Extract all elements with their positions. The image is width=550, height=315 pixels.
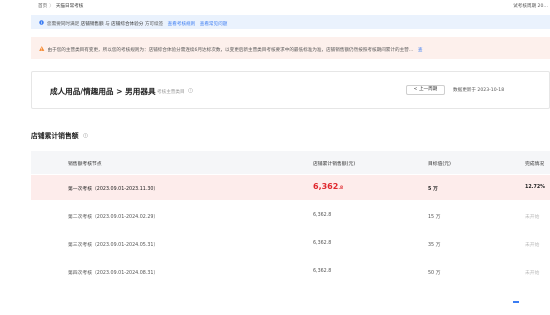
category-title-card: 成人用品/情趣用品 > 男用器具 考核主营类目 ? < 上一周期 数据更新于 2…	[31, 71, 550, 109]
table-row: 第二次考核（2023.09.01-2024.02.29） 6,362.8 15 …	[31, 203, 550, 228]
help-circle-icon[interactable]: ?	[83, 132, 88, 140]
row-sales: 6,362.8	[313, 269, 332, 274]
scroll-indicator	[513, 301, 519, 303]
warning-notice-bar: 由于您的主营类目有变更，所以您的考核规则为：店铺综合体验分需连续6月达标次数，以…	[31, 37, 550, 59]
warning-triangle-icon	[39, 46, 45, 53]
info-notice-bar: 您需要同时满足 店铺销售额 与 店铺综合体验分 方可续签 查看考核规则 查看常见…	[31, 15, 550, 29]
view-rules-link[interactable]: 查看考核规则	[168, 22, 196, 27]
info-circle-icon	[39, 20, 44, 27]
breadcrumb-separator: 〉	[49, 4, 54, 9]
row-target: 5 万	[428, 187, 438, 192]
breadcrumb: 首页〉天猫日常考核	[38, 3, 83, 9]
top-bar: 首页〉天猫日常考核 试考核周期 20…	[0, 0, 550, 12]
breadcrumb-home[interactable]: 首页	[38, 4, 47, 9]
row-status: 未开始	[525, 215, 540, 220]
warning-text-body: 店铺综合体验分需连续6月达标次数，以变更后新主营类目考核要求中的最低标准为准，店…	[148, 48, 414, 53]
svg-text:?: ?	[85, 134, 87, 138]
table-row: 第三次考核（2023.09.01-2024.05.31） 6,362.8 35 …	[31, 231, 550, 256]
warning-text-prefix: 由于您的主营类目有变更，所以您的考核规则为：	[47, 48, 149, 53]
column-header-target: 目标值(元)	[428, 162, 451, 167]
warning-view-link[interactable]: 查	[418, 48, 423, 53]
page-title: 成人用品/情趣用品 > 男用器具	[50, 87, 156, 96]
info-text-highlight-score: 店铺综合体验分	[111, 22, 144, 27]
table-header: 销售额考核节点 店铺累计销售额(元) 目标值(元) 完成情况	[31, 151, 550, 174]
column-header-status: 完成情况	[525, 162, 545, 167]
row-sales: 6,362.8	[313, 213, 332, 218]
row-sales: 6,362.8	[313, 182, 343, 191]
info-text-mid: 与	[105, 22, 110, 27]
assessment-period-label: 试考核周期 20…	[513, 4, 548, 9]
breadcrumb-current: 天猫日常考核	[55, 4, 84, 9]
column-header-node: 销售额考核节点	[68, 162, 102, 167]
row-target: 50 万	[428, 271, 441, 276]
row-status: 未开始	[525, 243, 540, 248]
row-node: 第三次考核（2023.09.01-2024.05.31）	[68, 243, 159, 248]
row-node: 第四次考核（2023.09.01-2024.08.31）	[68, 271, 159, 276]
info-text-suffix: 方可续签	[144, 22, 164, 27]
row-target: 15 万	[428, 215, 441, 220]
info-text-highlight-sales: 店铺销售额	[80, 22, 104, 27]
section-title: 店铺累计销售额 ?	[31, 130, 91, 140]
row-sales-fraction: .8	[338, 186, 344, 191]
column-header-sales: 店铺累计销售额(元)	[313, 162, 356, 167]
row-sales-integer: 6,362	[313, 182, 339, 191]
row-node: 第一次考核（2023.09.01-2023.11.30）	[68, 187, 159, 192]
view-faq-link[interactable]: 查看常见问题	[200, 22, 228, 27]
row-status: 未开始	[525, 271, 540, 276]
section-title-text: 店铺累计销售额	[31, 132, 79, 140]
previous-period-button[interactable]: < 上一周期	[406, 85, 445, 95]
info-text-prefix: 您需要同时满足	[47, 22, 80, 27]
data-updated-label: 数据更新于 2023-10-18	[453, 88, 505, 93]
help-circle-icon[interactable]: ?	[188, 88, 193, 95]
row-status: 12.72%	[525, 185, 545, 190]
table-row: 第四次考核（2023.09.01-2024.08.31） 6,362.8 50 …	[31, 259, 550, 284]
row-node: 第二次考核（2023.09.01-2024.02.29）	[68, 215, 159, 220]
page-subtitle: 考核主营类目 ?	[157, 88, 196, 95]
svg-text:?: ?	[190, 89, 192, 93]
table-row: 第一次考核（2023.09.01-2023.11.30） 6,362.8 5 万…	[31, 175, 550, 200]
subtitle-label: 考核主营类目	[157, 90, 185, 95]
row-sales: 6,362.8	[313, 241, 332, 246]
row-target: 35 万	[428, 243, 441, 248]
